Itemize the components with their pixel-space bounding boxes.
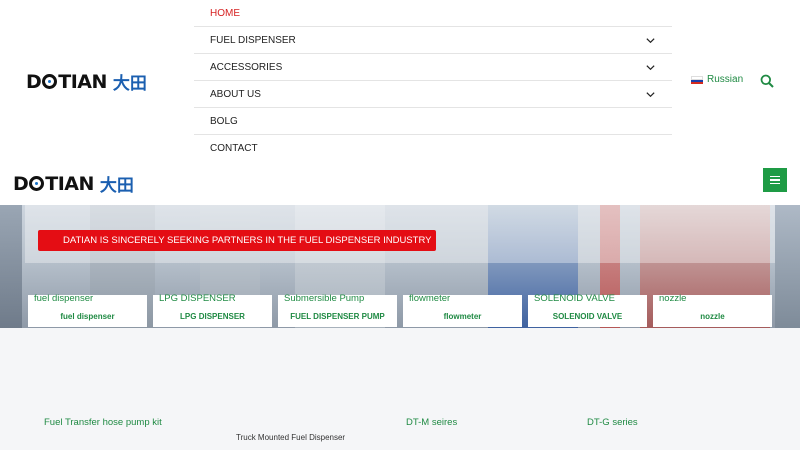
- card-label[interactable]: LPG DISPENSER: [153, 312, 272, 321]
- product-section: [0, 328, 800, 450]
- card-title: nozzle: [659, 293, 687, 304]
- card-title: fuel dispenser: [34, 293, 94, 304]
- section-caption: Truck Mounted Fuel Dispenser: [236, 433, 346, 442]
- section-link-dt-m[interactable]: DT-M seires: [406, 417, 457, 428]
- logo-chinese: 大田: [99, 176, 134, 196]
- chevron-down-icon[interactable]: [645, 89, 656, 100]
- product-card-submersible-pump[interactable]: Submersible Pump FUEL DISPENSER PUMP: [278, 293, 397, 327]
- card-label[interactable]: FUEL DISPENSER PUMP: [278, 312, 397, 321]
- card-label[interactable]: fuel dispenser: [28, 312, 147, 321]
- hamburger-icon[interactable]: [763, 168, 787, 192]
- russia-flag-icon: [691, 75, 703, 84]
- card-label[interactable]: SOLENOID VALVE: [528, 312, 647, 321]
- menu-item-about-us[interactable]: ABOUT US: [194, 81, 672, 108]
- menu-item-label: HOME: [210, 7, 240, 19]
- menu-item-label: BOLG: [210, 115, 238, 127]
- promo-banner[interactable]: DATIAN IS SINCERELY SEEKING PARTNERS IN …: [38, 230, 436, 251]
- product-card-fuel-dispenser[interactable]: fuel dispenser fuel dispenser: [28, 293, 147, 327]
- menu-item-label: FUEL DISPENSER: [210, 34, 296, 46]
- menu-item-label: ABOUT US: [210, 88, 261, 100]
- product-card-nozzle[interactable]: nozzle nozzle: [653, 293, 772, 327]
- product-cards: fuel dispenser fuel dispenser LPG DISPEN…: [28, 293, 778, 327]
- section-link-dt-g[interactable]: DT-G series: [587, 417, 638, 428]
- menu-item-accessories[interactable]: ACCESSORIES: [194, 54, 672, 81]
- page: D TIAN 大田 HOME FUEL DISPENSER ACCESSORIES…: [0, 0, 800, 450]
- card-title: Submersible Pump: [284, 293, 365, 304]
- logo-wordmark: D TIAN: [13, 172, 94, 195]
- card-title: flowmeter: [409, 293, 451, 304]
- card-label[interactable]: nozzle: [653, 312, 772, 321]
- search-icon[interactable]: [760, 74, 774, 88]
- product-card-solenoid-valve[interactable]: SOLENOID VALVE SOLENOID VALVE: [528, 293, 647, 327]
- menu-item-contact[interactable]: CONTACT: [194, 135, 672, 162]
- card-title: SOLENOID VALVE: [534, 293, 615, 304]
- menu-item-home[interactable]: HOME: [194, 0, 672, 27]
- language-switch[interactable]: Russian: [691, 74, 743, 85]
- product-card-flowmeter[interactable]: flowmeter flowmeter: [403, 293, 522, 327]
- site-logo[interactable]: D TIAN 大田: [26, 69, 147, 95]
- sticky-header: D TIAN 大田: [0, 161, 800, 205]
- menu-item-fuel-dispenser[interactable]: FUEL DISPENSER: [194, 27, 672, 54]
- card-title: LPG DISPENSER: [159, 293, 236, 304]
- chevron-down-icon[interactable]: [645, 35, 656, 46]
- menu-item-label: CONTACT: [210, 142, 258, 154]
- card-label[interactable]: flowmeter: [403, 312, 522, 321]
- menu-item-label: ACCESSORIES: [210, 61, 283, 73]
- main-menu: HOME FUEL DISPENSER ACCESSORIES ABOUT US…: [194, 0, 672, 162]
- logo-wordmark: D TIAN: [26, 70, 107, 93]
- product-card-lpg-dispenser[interactable]: LPG DISPENSER LPG DISPENSER: [153, 293, 272, 327]
- chevron-down-icon[interactable]: [645, 62, 656, 73]
- logo-chinese: 大田: [112, 74, 147, 94]
- section-link-hose-pump-kit[interactable]: Fuel Transfer hose pump kit: [44, 417, 162, 428]
- language-label: Russian: [707, 74, 744, 85]
- menu-item-bolg[interactable]: BOLG: [194, 108, 672, 135]
- sticky-logo[interactable]: D TIAN 大田: [13, 171, 134, 197]
